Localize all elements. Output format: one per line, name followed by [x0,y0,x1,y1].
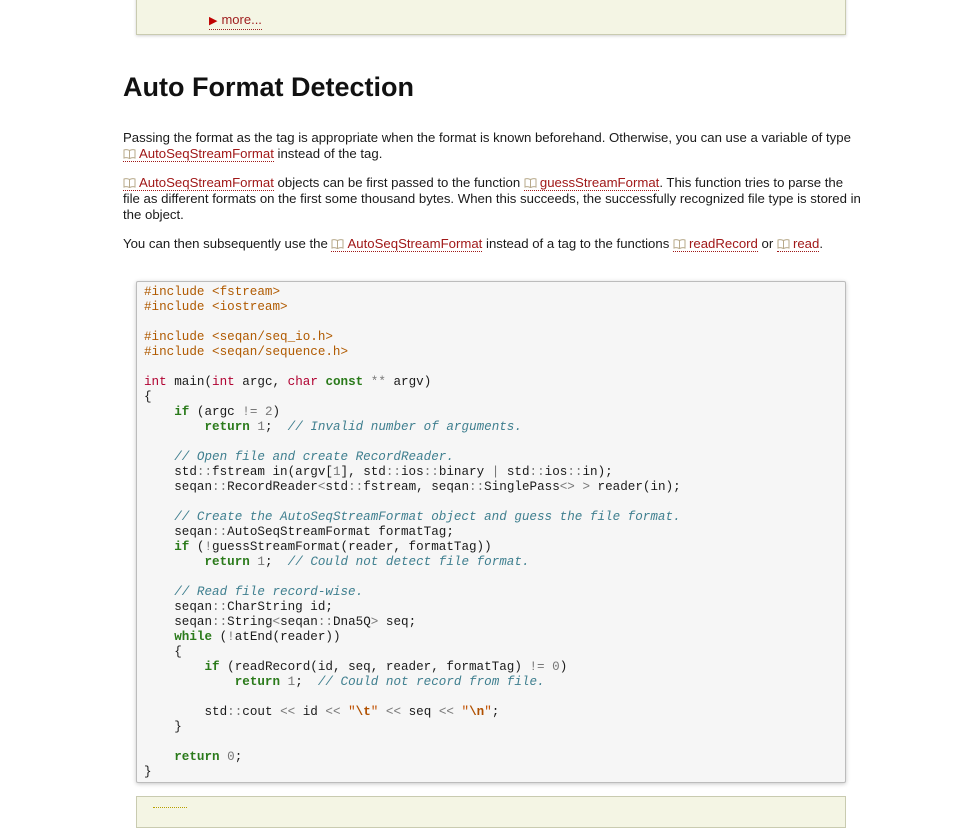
ref-label: read [792,236,820,251]
code-comment: // Could not detect file format. [287,555,530,569]
paragraph-3: You can then subsequently use the AutoSe… [123,236,863,252]
ref-label: readRecord [688,236,758,251]
ref-autoseqstreamformat[interactable]: AutoSeqStreamFormat [123,146,274,162]
book-icon [123,149,136,159]
code-block: #include <fstream> #include <iostream> #… [144,285,681,779]
code-include: #include <fstream> [144,285,281,299]
paragraph-2: AutoSeqStreamFormat objects can be first… [123,175,863,223]
code-include: #include <seqan/sequence.h> [144,345,349,359]
code-comment: // Read file record-wise. [174,585,364,599]
ref-label: AutoSeqStreamFormat [347,236,483,251]
text: instead of a tag to the functions [482,236,673,251]
text: objects can be first passed to the funct… [273,175,524,190]
box-icon [153,807,187,811]
text: You can then subsequently use the [123,236,332,251]
ref-label: AutoSeqStreamFormat [139,146,274,161]
ref-autoseqstreamformat[interactable]: AutoSeqStreamFormat [123,175,274,191]
more-toggle[interactable]: ▶ more... [209,12,262,30]
triangle-right-icon: ▶ [209,15,218,27]
code-example: #include <fstream> #include <iostream> #… [136,281,846,783]
book-icon [123,178,136,188]
ref-label: guessStreamFormat [539,175,660,190]
text: or [757,236,777,251]
code-comment: // Invalid number of arguments. [287,420,522,434]
text: instead of the tag. [273,146,383,161]
details-box: ▶ more... [136,0,846,35]
next-box [136,796,846,828]
more-label: more... [221,12,262,27]
text: Passing the format as the tag is appropr… [123,130,851,145]
ref-guessstreamformat[interactable]: guessStreamFormat [523,175,660,191]
ref-autoseqstreamformat[interactable]: AutoSeqStreamFormat [331,236,483,252]
book-icon [524,178,537,188]
ref-readrecord[interactable]: readRecord [672,236,758,252]
code-include: #include <iostream> [144,300,288,314]
paragraph-1: Passing the format as the tag is appropr… [123,130,863,162]
book-icon [331,239,344,249]
code-comment: // Could not record from file. [317,675,545,689]
ref-read[interactable]: read [776,236,820,252]
code-include: #include <seqan/seq_io.h> [144,330,333,344]
code-comment: // Create the AutoSeqStreamFormat object… [174,510,681,524]
book-icon [673,239,686,249]
section-heading: Auto Format Detection [123,72,415,102]
ref-label: AutoSeqStreamFormat [139,175,274,190]
code-comment: // Open file and create RecordReader. [174,450,454,464]
book-icon [777,239,790,249]
text: . [819,236,824,251]
